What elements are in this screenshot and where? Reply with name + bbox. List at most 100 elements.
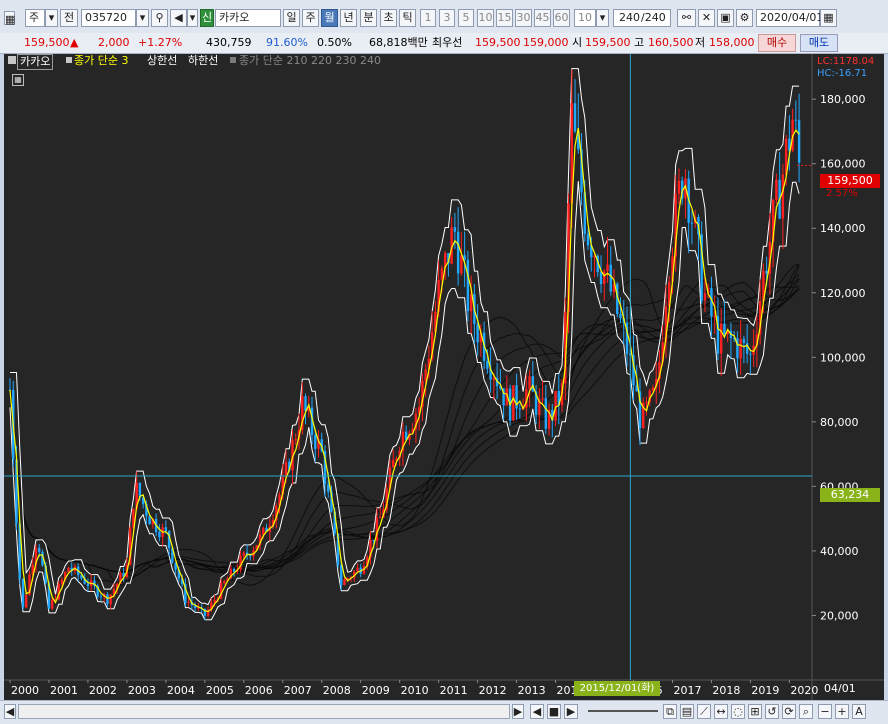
candle-body [739, 338, 742, 359]
interval-60[interactable]: 60 [553, 9, 570, 27]
zoom-icon[interactable]: ⌕ [799, 704, 813, 719]
zoom-out-button[interactable]: − [818, 704, 832, 719]
turnover-rate: 0.50% [317, 36, 352, 49]
y-tick-label: 120,000 [820, 287, 866, 300]
current-price: 159,500 [24, 36, 70, 49]
interval-3[interactable]: 3 [439, 9, 455, 27]
period-day[interactable]: 일 [283, 9, 300, 27]
candle-body [51, 599, 54, 609]
range-icon[interactable]: ↔ [714, 704, 728, 719]
candle-body [554, 390, 557, 421]
prev-button[interactable]: 전 [60, 9, 78, 27]
period-month[interactable]: 월 [321, 9, 338, 27]
legend-ma3: 종가 단순 3 [74, 54, 129, 67]
search-icon[interactable]: ⚲ [151, 9, 168, 27]
date-input[interactable]: 2020/04/01 [756, 9, 823, 27]
stock-code-dropdown-icon[interactable]: ▾ [136, 9, 149, 27]
next-icon[interactable]: ▶ [564, 704, 578, 719]
save-icon[interactable]: ▣ [717, 9, 734, 27]
low-price: 158,000 [709, 36, 755, 49]
price-chart[interactable]: 180,000 160,000 140,000 120,000 100,000 80,00… [4, 54, 884, 700]
period-tick[interactable]: 틱 [399, 9, 416, 27]
candle-body [619, 313, 622, 319]
period-mode-select[interactable]: 주 [25, 9, 45, 27]
x-tick-label: 2018 [712, 684, 740, 697]
high-price: 160,500 [648, 36, 694, 49]
interval-custom-input[interactable]: 10 [574, 9, 596, 27]
interval-15[interactable]: 15 [496, 9, 513, 27]
interval-30[interactable]: 30 [515, 9, 532, 27]
calendar-icon[interactable]: ▦ [820, 9, 837, 27]
scroll-left-icon[interactable]: ◀ [4, 704, 16, 719]
last-date-label: 04/01 [824, 682, 856, 695]
refresh-icon[interactable]: ⟳ [782, 704, 796, 719]
candle-body [492, 378, 496, 380]
speed-slider[interactable] [588, 710, 658, 712]
legend-toggle-icon[interactable] [8, 56, 16, 64]
draw-icon[interactable]: ⟋ [697, 704, 711, 719]
x-tick-label: 2000 [11, 684, 39, 697]
fit-icon[interactable]: ⊞ [748, 704, 762, 719]
stock-code-input[interactable]: 035720 [81, 9, 136, 27]
x-tick-label: 2007 [284, 684, 312, 697]
candle-body [109, 594, 112, 605]
candle-body [486, 360, 489, 369]
interval-1[interactable]: 1 [420, 9, 436, 27]
interval-dropdown-icon[interactable]: ▾ [596, 9, 609, 27]
grid-icon[interactable]: ▦ [4, 11, 15, 26]
horizontal-scrollbar[interactable] [18, 704, 510, 719]
x-tick-label: 2020 [790, 684, 818, 697]
copy-icon[interactable]: ⧉ [663, 704, 677, 719]
candle-body [99, 596, 103, 598]
zoom-in-button[interactable]: + [835, 704, 849, 719]
bottom-bar: ◀ ▶ ◀ ■ ▶ ⧉ ▤ ⟋ ↔ ◌ ⊞ ↺ ⟳ ⌕ − + A [0, 700, 888, 724]
candle-body [148, 516, 151, 525]
auto-scale-button[interactable]: A [852, 704, 866, 719]
current-change-label: 2.57% [826, 188, 858, 199]
candle-body [164, 527, 168, 532]
candle-body [304, 396, 307, 412]
period-second[interactable]: 초 [380, 9, 397, 27]
candle-body [60, 579, 64, 584]
candle-body [294, 439, 297, 441]
candle-body [794, 119, 798, 121]
toolbar: ▦ 주 ▾ 전 035720 ▾ ⚲ ◀ ▾ 신 카카오 일 주 월 년 분 초… [0, 0, 888, 34]
interval-5[interactable]: 5 [458, 9, 474, 27]
restore-icon[interactable]: ↺ [765, 704, 779, 719]
tool-icon[interactable]: ◌ [731, 704, 745, 719]
high-label: 고 [634, 36, 645, 49]
stop-icon[interactable]: ■ [547, 704, 561, 719]
sell-button[interactable]: 매도 [800, 34, 838, 52]
candle-body [262, 527, 265, 535]
candle-body [138, 482, 142, 498]
speaker-icon[interactable]: ◀ [170, 9, 187, 27]
candle-body [573, 103, 577, 132]
prev-icon[interactable]: ◀ [530, 704, 544, 719]
open-price: 159,500 [585, 36, 631, 49]
binoculars-icon[interactable]: ⚯ [677, 9, 696, 27]
candle-body [25, 594, 28, 608]
layout-icon[interactable]: ▤ [680, 704, 694, 719]
period-year[interactable]: 년 [340, 9, 357, 27]
candle-body [781, 174, 785, 219]
speaker-dropdown-icon[interactable]: ▾ [187, 9, 198, 27]
candle-body [67, 567, 70, 573]
period-mode-dropdown-icon[interactable]: ▾ [45, 9, 58, 27]
y-tick-label: 40,000 [820, 545, 859, 558]
interval-10[interactable]: 10 [477, 9, 494, 27]
interval-45[interactable]: 45 [534, 9, 551, 27]
best-ask: 159,500 [475, 36, 521, 49]
change-up-icon: ▲ [70, 36, 79, 49]
legend-marker-icon [66, 57, 72, 63]
count-input[interactable]: 240 [613, 9, 641, 27]
candle-body [356, 567, 359, 572]
scroll-right-icon[interactable]: ▶ [512, 704, 524, 719]
period-week[interactable]: 주 [302, 9, 319, 27]
table-icon[interactable]: ▦ [12, 74, 24, 86]
stock-name-field[interactable]: 카카오 [215, 9, 281, 27]
x-tick-label: 2010 [401, 684, 429, 697]
period-minute[interactable]: 분 [360, 9, 377, 27]
crosshair-icon[interactable]: ✕ [698, 9, 715, 27]
gear-icon[interactable]: ⚙ [736, 9, 753, 27]
buy-button[interactable]: 매수 [758, 34, 796, 52]
